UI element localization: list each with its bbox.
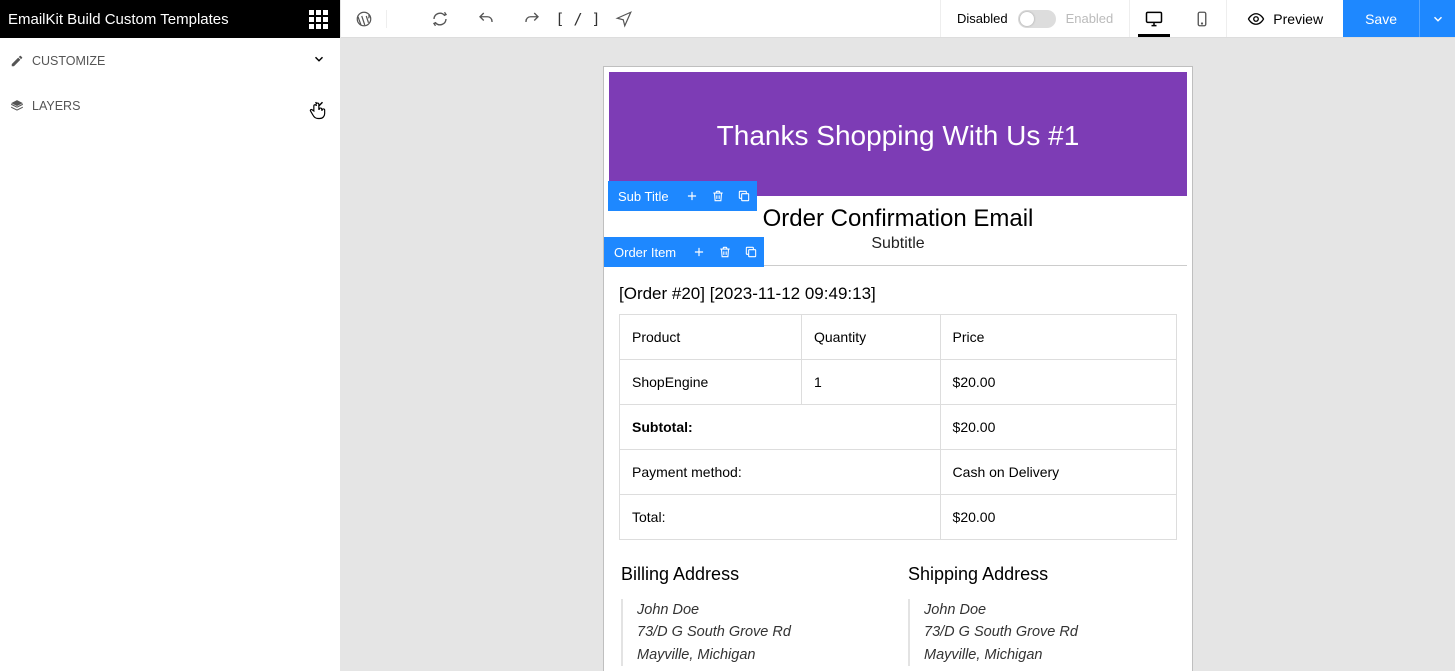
enable-toggle[interactable]: Disabled Enabled bbox=[940, 0, 1129, 37]
chevron-down-icon bbox=[1431, 12, 1445, 26]
add-icon[interactable] bbox=[679, 189, 705, 203]
shipping-title: Shipping Address bbox=[908, 564, 1175, 585]
billing-title: Billing Address bbox=[621, 564, 888, 585]
table-row: ShopEngine 1 $20.00 bbox=[620, 360, 1177, 405]
canvas[interactable]: Thanks Shopping With Us #1 Sub Title Ord… bbox=[341, 38, 1455, 671]
save-label: Save bbox=[1365, 11, 1397, 27]
layers-icon bbox=[10, 99, 24, 113]
block-toolbar-subtitle: Sub Title bbox=[608, 181, 757, 211]
td-qty: 1 bbox=[801, 360, 940, 405]
block-toolbar-label: Order Item bbox=[604, 245, 686, 260]
shipping-city: Mayville, Michigan bbox=[924, 644, 1175, 666]
save-button[interactable]: Save bbox=[1343, 0, 1419, 37]
th-qty: Quantity bbox=[801, 315, 940, 360]
copy-icon[interactable] bbox=[738, 245, 764, 259]
copy-icon[interactable] bbox=[731, 189, 757, 203]
main-area: [ / ] Disabled Enabled Preview Save bbox=[341, 0, 1455, 671]
table-row: Payment method: Cash on Delivery bbox=[620, 450, 1177, 495]
hero-text: Thanks Shopping With Us #1 bbox=[717, 120, 1080, 151]
billing-city: Mayville, Michigan bbox=[637, 644, 888, 666]
topbar: [ / ] Disabled Enabled Preview Save bbox=[341, 0, 1455, 38]
apps-grid-icon[interactable] bbox=[309, 10, 328, 29]
block-toolbar-orderitem: Order Item bbox=[604, 237, 764, 267]
app-title: EmailKit Build Custom Templates bbox=[8, 11, 229, 28]
eye-icon bbox=[1247, 10, 1265, 28]
td-product: ShopEngine bbox=[620, 360, 802, 405]
payment-label: Payment method: bbox=[620, 450, 941, 495]
shipping-address: Shipping Address John Doe 73/D G South G… bbox=[908, 564, 1175, 666]
panel-customize[interactable]: CUSTOMIZE bbox=[0, 38, 340, 83]
panel-customize-label: CUSTOMIZE bbox=[32, 54, 105, 68]
add-icon[interactable] bbox=[686, 245, 712, 259]
toggle-enabled-label: Enabled bbox=[1066, 11, 1114, 26]
toggle-pill[interactable] bbox=[1018, 10, 1056, 28]
device-desktop-icon[interactable] bbox=[1130, 0, 1178, 37]
panel-layers-label: LAYERS bbox=[32, 99, 80, 113]
preview-label: Preview bbox=[1273, 11, 1323, 27]
total-label: Total: bbox=[620, 495, 941, 540]
wordpress-icon[interactable] bbox=[341, 10, 387, 28]
email-hero[interactable]: Thanks Shopping With Us #1 Sub Title bbox=[609, 72, 1187, 196]
save-dropdown[interactable] bbox=[1419, 0, 1455, 37]
table-row: Subtotal: $20.00 bbox=[620, 405, 1177, 450]
addresses: Billing Address John Doe 73/D G South Gr… bbox=[609, 540, 1187, 666]
email-frame[interactable]: Thanks Shopping With Us #1 Sub Title Ord… bbox=[603, 66, 1193, 671]
trash-icon[interactable] bbox=[705, 189, 731, 203]
billing-address: Billing Address John Doe 73/D G South Gr… bbox=[621, 564, 888, 666]
trash-icon[interactable] bbox=[712, 245, 738, 259]
chevron-down-icon bbox=[312, 52, 326, 69]
toggle-disabled-label: Disabled bbox=[957, 11, 1008, 26]
device-mobile-icon[interactable] bbox=[1178, 0, 1226, 37]
billing-name: John Doe bbox=[637, 599, 888, 621]
redo-icon[interactable] bbox=[509, 10, 555, 28]
shipping-street: 73/D G South Grove Rd bbox=[924, 621, 1175, 643]
undo-icon[interactable] bbox=[463, 10, 509, 28]
order-table: Product Quantity Price ShopEngine 1 $20.… bbox=[619, 314, 1177, 540]
subtotal-value: $20.00 bbox=[940, 405, 1176, 450]
panel-layers[interactable]: LAYERS bbox=[0, 83, 340, 128]
send-icon[interactable] bbox=[601, 10, 647, 28]
sidebar-header: EmailKit Build Custom Templates bbox=[0, 0, 340, 38]
total-value: $20.00 bbox=[940, 495, 1176, 540]
th-product: Product bbox=[620, 315, 802, 360]
code-shortcode-icon[interactable]: [ / ] bbox=[555, 10, 601, 28]
email-content[interactable]: Order Item Order Confirmation Email Subt… bbox=[604, 201, 1192, 671]
refresh-icon[interactable] bbox=[417, 10, 463, 28]
pencil-icon bbox=[10, 54, 24, 68]
table-row: Product Quantity Price bbox=[620, 315, 1177, 360]
preview-button[interactable]: Preview bbox=[1226, 0, 1343, 37]
td-price: $20.00 bbox=[940, 360, 1176, 405]
shipping-name: John Doe bbox=[924, 599, 1175, 621]
th-price: Price bbox=[940, 315, 1176, 360]
block-toolbar-label: Sub Title bbox=[608, 189, 679, 204]
chevron-down-icon bbox=[312, 97, 326, 114]
table-row: Total: $20.00 bbox=[620, 495, 1177, 540]
subtotal-label: Subtotal: bbox=[620, 405, 941, 450]
payment-value: Cash on Delivery bbox=[940, 450, 1176, 495]
billing-street: 73/D G South Grove Rd bbox=[637, 621, 888, 643]
sidebar: EmailKit Build Custom Templates CUSTOMIZ… bbox=[0, 0, 341, 671]
order-meta: [Order #20] [2023-11-12 09:49:13] bbox=[609, 284, 1187, 314]
